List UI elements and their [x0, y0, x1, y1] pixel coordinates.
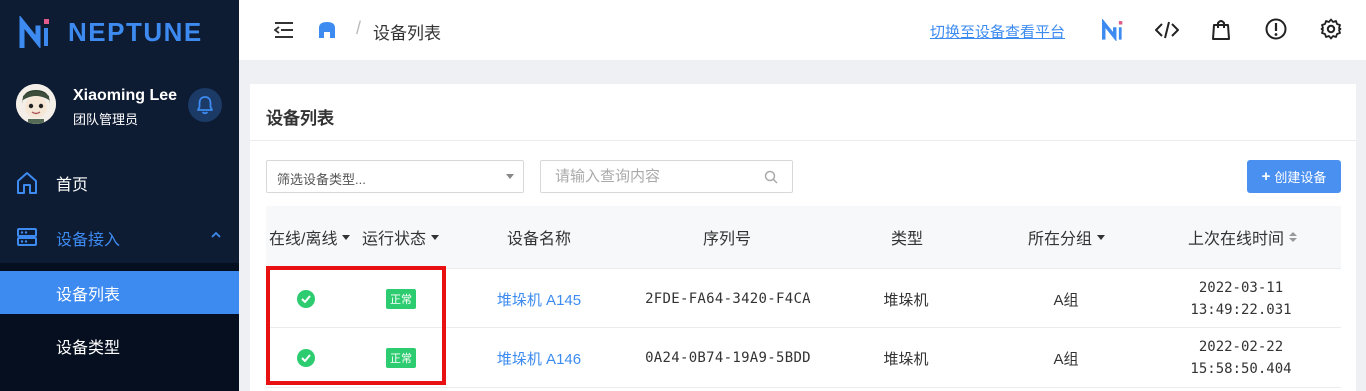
- column-group-label: 所在分组: [1028, 231, 1093, 248]
- user-role: 团队管理员: [73, 112, 139, 127]
- create-device-button[interactable]: + 创建设备: [1247, 160, 1341, 193]
- column-group[interactable]: 所在分组: [1028, 206, 1106, 268]
- last-online-time: 15:58:50.404: [1190, 361, 1292, 377]
- column-last-online-label: 上次在线时间: [1188, 231, 1285, 248]
- device-type-select[interactable]: 筛选设备类型...: [266, 160, 524, 193]
- card-title: 设备列表: [266, 109, 334, 128]
- server-icon: [17, 228, 37, 246]
- column-type: 类型: [891, 206, 923, 268]
- group-cell: A组: [1053, 350, 1079, 368]
- bell-icon: [197, 96, 213, 115]
- column-device-name: 设备名称: [507, 206, 571, 268]
- type-cell: 堆垛机: [883, 291, 929, 309]
- avatar-image: [16, 84, 56, 124]
- user-profile: Xiaoming Lee 团队管理员: [16, 84, 226, 128]
- home-icon: [17, 172, 37, 194]
- top-header: / 设备列表 切换至设备查看平台: [239, 0, 1366, 60]
- last-online-cell: 2022-02-22 15:58:50.404: [1166, 328, 1316, 388]
- neptune-logo-icon: [19, 16, 49, 48]
- column-type-label: 类型: [891, 231, 924, 248]
- table-header: 在线/离线 运行状态 设备名称 序列号 类型 所在分组 上次在线时间: [266, 206, 1341, 268]
- search-box[interactable]: [540, 160, 793, 193]
- highlight-box: [266, 266, 446, 385]
- column-online[interactable]: 在线/离线: [269, 206, 351, 268]
- alert-circle-icon[interactable]: [1265, 18, 1287, 40]
- serial-cell: 0A24-0B74-19A9-5BDD: [645, 350, 811, 366]
- chevron-up-icon: [211, 231, 221, 238]
- serial-cell: 2FDE-FA64-3420-F4CA: [645, 291, 811, 307]
- sidebar-item-label: 设备接入: [56, 232, 121, 249]
- column-status[interactable]: 运行状态: [362, 206, 440, 268]
- avatar[interactable]: [16, 84, 56, 124]
- column-serial: 序列号: [703, 206, 751, 268]
- column-serial-label: 序列号: [703, 231, 752, 248]
- sidebar-item-home[interactable]: 首页: [0, 158, 239, 208]
- device-name-link[interactable]: 堆垛机 A146: [497, 348, 581, 369]
- caret-down-icon: [342, 234, 351, 240]
- device-name-link[interactable]: 堆垛机 A145: [497, 289, 581, 310]
- caret-down-icon: [431, 234, 440, 240]
- neptune-small-icon[interactable]: [1101, 19, 1123, 41]
- sidebar-item-label: 首页: [56, 177, 89, 194]
- device-type-select-value: 筛选设备类型...: [277, 172, 366, 187]
- last-online-time: 13:49:22.031: [1190, 302, 1292, 318]
- create-device-label: 创建设备: [1274, 170, 1327, 185]
- type-cell: 堆垛机: [883, 350, 929, 368]
- search-icon[interactable]: [764, 170, 778, 184]
- sidebar-item-device-access[interactable]: 设备接入: [0, 213, 239, 263]
- sidebar: NEPTUNE Xiaoming Lee 团队管理员 首页 设备接入 设备列表 …: [0, 0, 239, 391]
- sidebar-subitem-label: 设备列表: [56, 286, 121, 304]
- caret-down-icon: [1097, 234, 1106, 240]
- switch-platform-link[interactable]: 切换至设备查看平台: [930, 21, 1065, 42]
- device-name-cell: 堆垛机 A146: [474, 328, 604, 388]
- app-logo[interactable]: NEPTUNE: [18, 16, 203, 48]
- group-cell: A组: [1053, 291, 1079, 309]
- sidebar-subitem-label: 设备类型: [56, 339, 121, 357]
- search-input[interactable]: [541, 161, 761, 192]
- code-icon[interactable]: [1155, 21, 1179, 39]
- divider: [250, 140, 1356, 141]
- user-name: Xiaoming Lee: [73, 87, 178, 104]
- last-online-cell: 2022-03-11 13:49:22.031: [1166, 269, 1316, 329]
- breadcrumb-separator: /: [356, 18, 362, 38]
- shopping-bag-icon[interactable]: [1211, 18, 1231, 40]
- last-online-date: 2022-03-11: [1198, 280, 1284, 296]
- app-name: NEPTUNE: [68, 16, 203, 47]
- column-device-name-label: 设备名称: [507, 231, 572, 248]
- sidebar-item-device-type[interactable]: 设备类型: [0, 324, 239, 367]
- notifications-button[interactable]: [188, 88, 222, 122]
- gear-icon[interactable]: [1320, 18, 1342, 40]
- sort-icon: [1289, 232, 1298, 242]
- sidebar-item-device-list[interactable]: 设备列表: [0, 271, 239, 314]
- column-status-label: 运行状态: [362, 231, 427, 248]
- breadcrumb-current: 设备列表: [373, 24, 441, 43]
- menu-collapse-icon[interactable]: [274, 21, 294, 39]
- column-last-online[interactable]: 上次在线时间: [1188, 206, 1298, 268]
- home-breadcrumb-icon[interactable]: [317, 20, 337, 40]
- caret-down-icon: [506, 174, 514, 179]
- column-online-label: 在线/离线: [269, 231, 338, 248]
- plus-icon: +: [1261, 168, 1271, 185]
- device-name-cell: 堆垛机 A145: [474, 269, 604, 329]
- last-online-date: 2022-02-22: [1198, 339, 1284, 355]
